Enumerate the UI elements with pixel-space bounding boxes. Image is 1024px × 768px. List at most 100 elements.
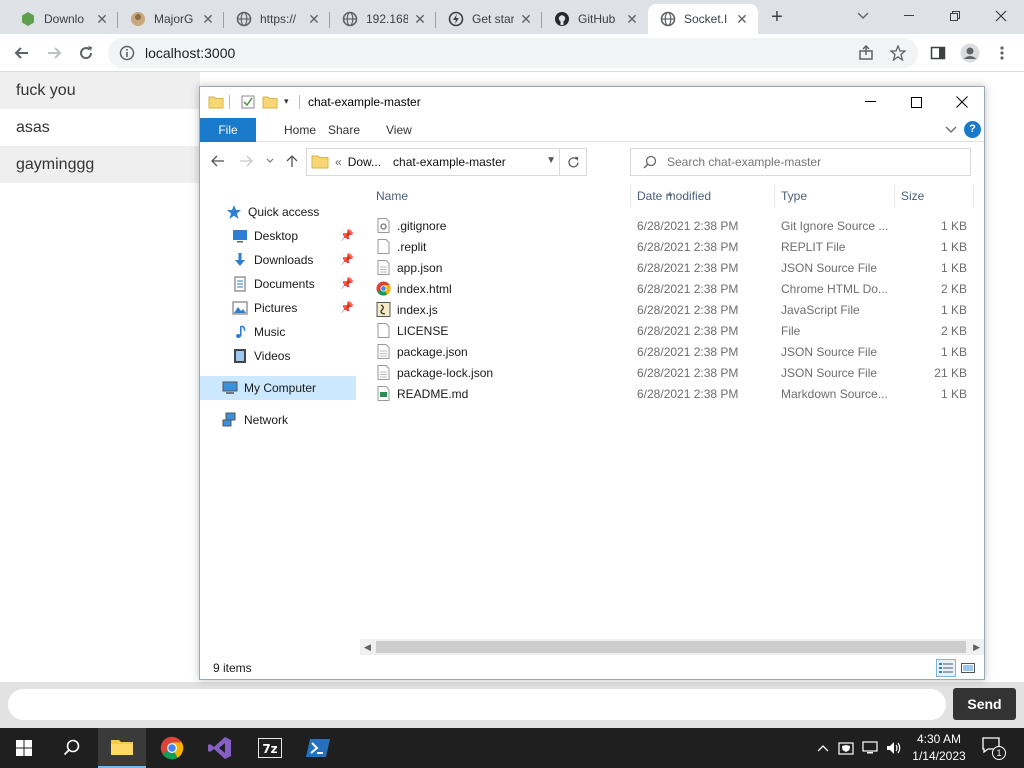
refresh-button[interactable] (559, 148, 587, 176)
minimize-button[interactable] (886, 0, 932, 32)
breadcrumb-item[interactable]: Dow... (348, 155, 381, 169)
taskbar-7zip[interactable]: 7z (246, 728, 294, 768)
browser-tab[interactable]: Downlo ✕ (8, 4, 118, 34)
share-button[interactable] (852, 39, 880, 67)
chevron-down-icon[interactable] (944, 122, 958, 136)
back-button[interactable] (8, 39, 36, 67)
tab-share[interactable]: Share (316, 118, 372, 142)
tray-defender[interactable] (836, 738, 856, 758)
taskbar-visual-studio[interactable] (196, 728, 244, 768)
scroll-left-icon[interactable]: ◀ (364, 642, 371, 653)
column-date[interactable]: Date modified (637, 189, 711, 203)
message-input[interactable] (8, 689, 946, 720)
nav-documents[interactable]: Documents 📌 (200, 272, 356, 296)
taskbar-file-explorer[interactable] (98, 728, 146, 768)
close-icon[interactable]: ✕ (734, 11, 750, 27)
search-input[interactable] (667, 155, 970, 169)
up-button[interactable] (282, 151, 302, 171)
nav-music[interactable]: Music (200, 320, 356, 344)
chevron-down-icon[interactable]: ▼ (546, 155, 556, 166)
explorer-forward-button[interactable] (236, 151, 256, 171)
properties-icon[interactable] (240, 94, 256, 110)
file-row[interactable]: index.html 6/28/2021 2:38 PM Chrome HTML… (370, 278, 975, 299)
nav-videos[interactable]: Videos (200, 344, 356, 368)
close-icon[interactable]: ✕ (412, 11, 428, 27)
side-panel-button[interactable] (924, 39, 952, 67)
tray-chevron-up[interactable] (813, 738, 833, 758)
scroll-right-icon[interactable]: ▶ (973, 642, 980, 653)
explorer-close-button[interactable] (939, 87, 985, 117)
explorer-maximize-button[interactable] (893, 87, 939, 117)
new-folder-icon[interactable] (262, 94, 278, 110)
nav-downloads[interactable]: Downloads 📌 (200, 248, 356, 272)
nav-my-computer[interactable]: My Computer (200, 376, 356, 400)
help-button[interactable]: ? (964, 121, 981, 138)
column-type[interactable]: Type (781, 189, 807, 203)
file-row[interactable]: index.js 6/28/2021 2:38 PM JavaScript Fi… (370, 299, 975, 320)
nav-network[interactable]: Network (200, 408, 356, 432)
horizontal-scrollbar[interactable]: ◀ ▶ (360, 639, 984, 655)
explorer-back-button[interactable] (208, 151, 228, 171)
browser-tab[interactable]: Get star ✕ (436, 4, 542, 34)
explorer-minimize-button[interactable] (847, 87, 893, 117)
file-row[interactable]: app.json 6/28/2021 2:38 PM JSON Source F… (370, 257, 975, 278)
scrollbar-thumb[interactable] (376, 641, 966, 653)
browser-tab[interactable]: 192.168 ✕ (330, 4, 436, 34)
breadcrumb-item[interactable]: chat-example-master (393, 155, 506, 169)
start-button[interactable] (0, 728, 48, 768)
system-clock[interactable]: 4:30 AM 1/14/2023 (904, 731, 974, 765)
details-view-button[interactable] (936, 659, 956, 677)
customize-toolbar-icon[interactable]: ▾ (284, 96, 289, 107)
nav-quick-access[interactable]: Quick access (200, 200, 356, 224)
file-row[interactable]: .replit 6/28/2021 2:38 PM REPLIT File 1 … (370, 236, 975, 257)
column-size[interactable]: Size (901, 189, 924, 203)
tray-volume[interactable] (884, 738, 904, 758)
file-row[interactable]: .gitignore 6/28/2021 2:38 PM Git Ignore … (370, 215, 975, 236)
file-row[interactable]: LICENSE 6/28/2021 2:38 PM File 2 KB (370, 320, 975, 341)
pin-icon[interactable]: 📌 (340, 301, 354, 315)
explorer-address-bar[interactable]: « Dow... chat-example-master ▼ (306, 148, 587, 176)
recent-locations-button[interactable] (260, 151, 280, 171)
restore-button[interactable] (932, 0, 978, 32)
tab-view[interactable]: View (374, 118, 424, 142)
new-tab-button[interactable]: + (764, 6, 790, 30)
file-row[interactable]: package.json 6/28/2021 2:38 PM JSON Sour… (370, 341, 975, 362)
info-icon[interactable] (119, 45, 135, 61)
menu-button[interactable] (988, 39, 1016, 67)
browser-tab[interactable]: https:// ✕ (224, 4, 330, 34)
close-icon[interactable]: ✕ (624, 11, 640, 27)
forward-button[interactable] (40, 39, 68, 67)
address-bar[interactable]: localhost:3000 (108, 38, 918, 68)
browser-tab[interactable]: GitHub ✕ (542, 4, 648, 34)
file-row[interactable]: README.md 6/28/2021 2:38 PM Markdown Sou… (370, 383, 975, 404)
action-center-button[interactable]: 1 (982, 737, 1006, 760)
close-icon[interactable]: ✕ (518, 11, 534, 27)
pin-icon[interactable]: 📌 (340, 253, 354, 267)
tab-search-button[interactable] (840, 0, 886, 32)
tab-file[interactable]: File (200, 118, 256, 142)
profile-button[interactable] (956, 39, 984, 67)
taskbar-chrome[interactable] (148, 728, 196, 768)
chrome-icon (160, 736, 184, 760)
browser-tab-active[interactable]: Socket.I ✕ (648, 4, 758, 34)
send-button[interactable]: Send (953, 688, 1016, 720)
close-icon[interactable]: ✕ (306, 11, 322, 27)
bookmark-button[interactable] (884, 39, 912, 67)
column-name[interactable]: Name (376, 189, 408, 203)
large-icons-view-button[interactable] (958, 659, 978, 677)
close-icon[interactable]: ✕ (94, 11, 110, 27)
file-row[interactable]: package-lock.json 6/28/2021 2:38 PM JSON… (370, 362, 975, 383)
nav-pictures[interactable]: Pictures 📌 (200, 296, 356, 320)
close-window-button[interactable] (978, 0, 1024, 32)
taskbar-powershell[interactable] (294, 728, 342, 768)
explorer-search-box[interactable] (630, 148, 971, 176)
taskbar-search-button[interactable] (48, 728, 96, 768)
pin-icon[interactable]: 📌 (340, 229, 354, 243)
tray-network[interactable] (860, 738, 880, 758)
nav-desktop[interactable]: Desktop 📌 (200, 224, 356, 248)
pin-icon[interactable]: 📌 (340, 277, 354, 291)
reload-button[interactable] (72, 39, 100, 67)
close-icon[interactable]: ✕ (200, 11, 216, 27)
browser-tab[interactable]: MajorG ✕ (118, 4, 224, 34)
explorer-title: chat-example-master (308, 95, 421, 109)
